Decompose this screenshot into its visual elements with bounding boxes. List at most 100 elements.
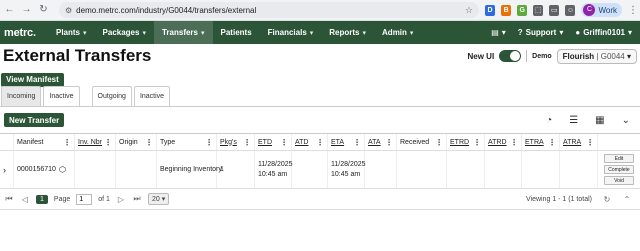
sidebar-icon[interactable]: ▭	[549, 4, 560, 16]
column-menu-icon[interactable]: ⋮	[385, 138, 393, 147]
cell-pkgs: 1	[217, 151, 255, 188]
filter-settings-icon[interactable]: ☰	[569, 115, 578, 126]
grid-pager: ⏮ ◁ 1 Page of 1 ▷ ⏭ 20 ▾ Viewing 1 - 1 (…	[0, 189, 640, 210]
row-actions: Edit Complete Void	[598, 151, 640, 188]
void-button[interactable]: Void	[604, 176, 634, 185]
cell-atra	[560, 151, 598, 188]
view-manifest-button[interactable]: View Manifest	[1, 72, 64, 87]
nav-packages[interactable]: Packages ▾	[95, 21, 154, 44]
extension-icon[interactable]: G	[517, 4, 528, 16]
current-page-badge[interactable]: 1	[36, 194, 48, 204]
facility-selector[interactable]: Flourish | G0044 ▾	[556, 48, 637, 64]
tab-outgoing-inactive[interactable]: Inactive	[133, 86, 171, 106]
column-menu-icon[interactable]: ⋮	[435, 138, 443, 147]
chevron-down-icon: ▾	[201, 29, 205, 37]
nav-reports[interactable]: Reports ▾	[321, 21, 374, 44]
extension-icon[interactable]: B	[501, 4, 512, 16]
user-icon: ●	[575, 28, 581, 37]
chart-icon[interactable]: ◔	[546, 115, 552, 126]
first-page-icon[interactable]: ⏮	[4, 194, 14, 204]
user-menu[interactable]: ● Griffin0101 ▾	[575, 28, 632, 37]
prev-page-icon[interactable]: ◁	[20, 195, 30, 204]
next-page-icon[interactable]: ▷	[116, 195, 126, 204]
nav-admin[interactable]: Admin ▾	[374, 21, 421, 44]
complete-button[interactable]: Complete	[604, 165, 634, 174]
new-transfer-button[interactable]: New Transfer	[4, 113, 65, 127]
cell-etra	[522, 151, 560, 188]
document-icon: ▤	[491, 28, 499, 37]
nav-financials[interactable]: Financials ▾	[260, 21, 322, 44]
tab-incoming[interactable]: Incoming	[1, 86, 42, 106]
column-menu-icon[interactable]: ⋮	[63, 138, 71, 147]
browser-menu-icon[interactable]: ⋮	[628, 5, 638, 16]
transfers-grid: Manifest ⋮ Inv. Nbr ⋮ Origin ⋮ Type ⋮ Pkg's ⋮…	[0, 133, 640, 189]
col-type[interactable]: Type ⋮	[157, 134, 217, 150]
reload-icon[interactable]: ↻	[38, 4, 49, 16]
nav-transfers[interactable]: Transfers ▾	[153, 21, 213, 44]
col-atrd[interactable]: ATRD ⋮	[485, 134, 522, 150]
nav-plants[interactable]: Plants ▾	[48, 21, 95, 44]
package-box-icon[interactable]: ⬡	[59, 165, 66, 174]
col-origin[interactable]: Origin ⋮	[116, 134, 157, 150]
table-row[interactable]: › 0000156710 ⬡ Beginning Inventory 1 11/2…	[0, 151, 640, 189]
back-icon[interactable]: ←	[4, 4, 15, 16]
col-label: ATRD	[488, 138, 507, 146]
column-menu-icon[interactable]: ⋮	[205, 138, 213, 147]
col-etd[interactable]: ETD ⋮	[255, 134, 292, 150]
column-menu-icon[interactable]: ⋮	[104, 138, 112, 147]
tab-incoming-inactive[interactable]: Inactive	[43, 86, 80, 106]
col-label: ATD	[295, 138, 309, 146]
nav-patients[interactable]: Patients	[213, 21, 260, 44]
col-atd[interactable]: ATD ⋮	[292, 134, 328, 150]
col-pkgs[interactable]: Pkg's ⋮	[217, 134, 255, 150]
edit-button[interactable]: Edit	[604, 154, 634, 163]
page-number-input[interactable]	[76, 193, 93, 205]
extension-icon[interactable]: D	[485, 4, 496, 16]
tab-outgoing[interactable]: Outgoing	[91, 86, 132, 106]
grid-header: Manifest ⋮ Inv. Nbr ⋮ Origin ⋮ Type ⋮ Pkg's ⋮…	[0, 134, 640, 151]
extensions-puzzle-icon[interactable]: ⬚	[533, 4, 544, 16]
document-menu[interactable]: ▤ ▾	[491, 28, 506, 37]
column-menu-icon[interactable]: ⋮	[316, 138, 324, 147]
profile-chip[interactable]: C Work	[581, 3, 622, 17]
metrc-logo[interactable]: metrc.	[0, 27, 48, 39]
col-etrd[interactable]: ETRD ⋮	[447, 134, 485, 150]
cell-etd: 11/28/2025 10:45 am	[255, 151, 293, 188]
column-menu-icon[interactable]: ⋮	[353, 138, 361, 147]
col-atra[interactable]: ATRA ⋮	[560, 134, 598, 150]
collapse-icon[interactable]: ⌄	[622, 115, 630, 126]
cell-type: Beginning Inventory	[157, 151, 222, 188]
eta-time: 10:45 am	[331, 170, 361, 178]
bookmark-star-icon[interactable]: ☆	[465, 5, 473, 16]
support-menu[interactable]: ? Support ▾	[518, 28, 564, 37]
col-manifest[interactable]: Manifest ⋮	[14, 134, 75, 150]
column-menu-icon[interactable]: ⋮	[586, 138, 594, 147]
site-info-icon[interactable]: ⚙	[65, 6, 72, 15]
last-page-icon[interactable]: ⏭	[132, 194, 142, 204]
column-menu-icon[interactable]: ⋮	[473, 138, 481, 147]
nav-packages-label: Packages	[102, 28, 140, 37]
page-size-select[interactable]: 20 ▾	[147, 193, 170, 205]
col-ata[interactable]: ATA ⋮	[365, 134, 397, 150]
column-menu-icon[interactable]: ⋮	[145, 138, 153, 147]
new-ui-toggle[interactable]	[499, 50, 522, 62]
profile-person-icon[interactable]: ☺	[565, 4, 576, 16]
column-menu-icon[interactable]: ⋮	[243, 138, 251, 147]
column-menu-icon[interactable]: ⋮	[548, 138, 556, 147]
address-bar[interactable]: ⚙ demo.metrc.com/industry/G0044/transfer…	[59, 2, 479, 18]
columns-icon[interactable]: ▦	[595, 115, 604, 126]
eta-date: 11/28/2025	[331, 160, 366, 168]
scroll-top-icon[interactable]: ⌃	[622, 195, 632, 204]
col-received[interactable]: Received ⋮	[397, 134, 447, 150]
forward-icon[interactable]: →	[21, 4, 32, 16]
col-etra[interactable]: ETRA ⋮	[522, 134, 560, 150]
col-eta[interactable]: ETA ⋮	[328, 134, 365, 150]
col-inv-nbr[interactable]: Inv. Nbr ⋮	[75, 134, 116, 150]
expand-row-icon[interactable]: ›	[0, 151, 14, 188]
refresh-icon[interactable]: ↻	[602, 195, 612, 204]
col-label: Inv. Nbr	[78, 138, 102, 146]
cell-atd	[292, 151, 328, 188]
actions-header	[598, 134, 640, 150]
column-menu-icon[interactable]: ⋮	[510, 138, 518, 147]
column-menu-icon[interactable]: ⋮	[280, 138, 288, 147]
